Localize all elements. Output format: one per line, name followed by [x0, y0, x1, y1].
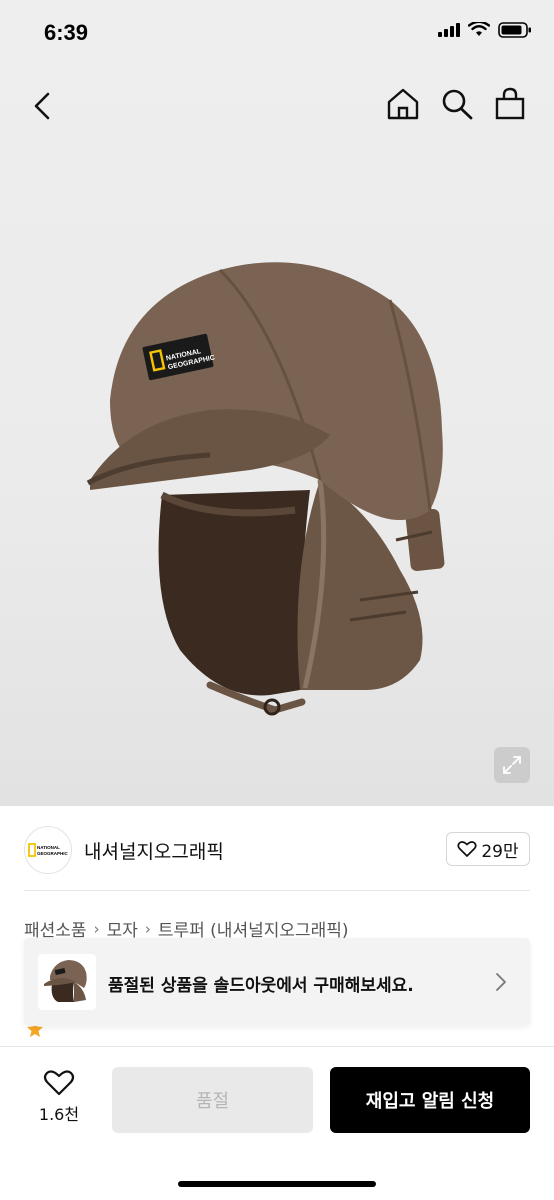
wishlist-button[interactable]: 1.6천	[24, 1069, 94, 1129]
signal-icon	[438, 23, 460, 37]
status-time: 6:39	[44, 20, 89, 45]
banner-text: 품절된 상품을 솔드아웃에서 구매해보세요.	[108, 976, 414, 996]
svg-text:GEOGRAPHIC: GEOGRAPHIC	[37, 851, 68, 856]
bottom-action-bar: 1.6천 품절 재입고 알림 신청	[0, 1046, 554, 1200]
product-image-hat: NATIONAL GEOGRAPHIC	[86, 262, 445, 716]
hat-thumbnail-image	[44, 960, 87, 1002]
heart-icon	[457, 841, 477, 857]
status-bar: 6:39	[0, 0, 554, 70]
expand-icon	[503, 756, 521, 774]
banner-thumbnail	[38, 954, 96, 1010]
star-icon	[27, 1026, 43, 1037]
product-image-area[interactable]: 6:39 NATIONAL GEOGRAPHIC	[0, 0, 554, 806]
home-icon[interactable]	[386, 86, 420, 122]
home-indicator	[178, 1181, 376, 1187]
brand-like-count: 29만	[481, 841, 519, 862]
wifi-icon	[468, 22, 490, 36]
chevron-left-icon[interactable]	[28, 88, 58, 124]
chevron-right-icon	[496, 973, 506, 991]
status-icons	[438, 22, 532, 38]
chevron-right-icon: ›	[144, 919, 151, 938]
restock-alert-button[interactable]: 재입고 알림 신청	[330, 1067, 530, 1133]
national-geographic-logo: NATIONAL GEOGRAPHIC	[28, 843, 68, 857]
svg-text:NATIONAL: NATIONAL	[37, 845, 60, 850]
brand-logo[interactable]: NATIONAL GEOGRAPHIC	[24, 826, 72, 874]
chevron-right-icon: ›	[93, 919, 100, 938]
expand-image-button[interactable]	[494, 747, 530, 783]
rating-row	[24, 1026, 224, 1038]
brand-name[interactable]: 내셔널지오그래픽	[84, 837, 224, 864]
search-icon[interactable]	[440, 86, 474, 122]
soldout-button[interactable]: 품절	[112, 1067, 313, 1133]
brand-row: NATIONAL GEOGRAPHIC 내셔널지오그래픽 29만	[0, 822, 554, 878]
shopping-bag-icon[interactable]	[494, 86, 526, 122]
wishlist-count: 1.6천	[38, 1105, 80, 1124]
battery-icon	[498, 22, 531, 38]
brand-like-button[interactable]: 29만	[446, 832, 530, 866]
soldout-banner[interactable]: 품절된 상품을 솔드아웃에서 구매해보세요.	[24, 938, 530, 1026]
top-nav-bar	[0, 78, 554, 134]
divider	[24, 890, 530, 891]
heart-icon	[43, 1070, 75, 1096]
